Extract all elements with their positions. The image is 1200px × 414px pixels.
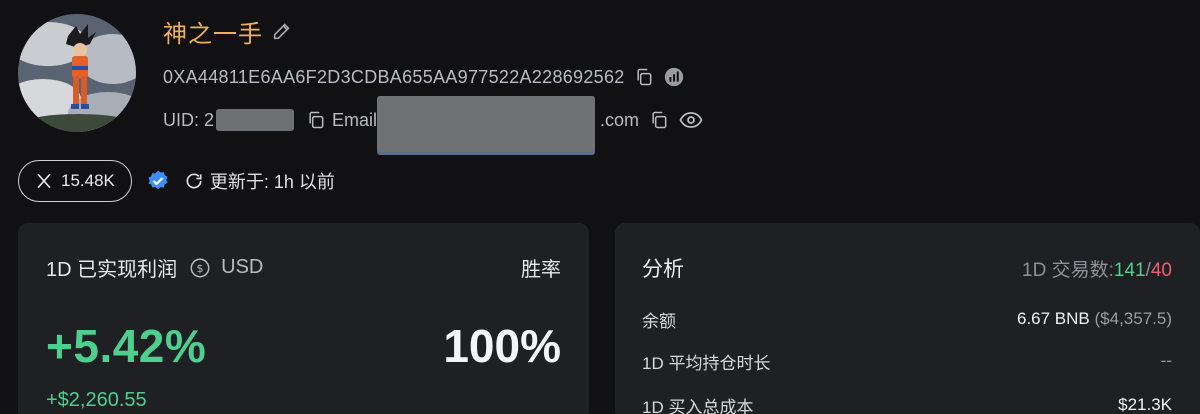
uid-label: UID: 2 (163, 109, 215, 130)
x-followers-count: 15.48K (61, 171, 115, 190)
x-followers-button[interactable]: 15.48K (18, 160, 132, 202)
winrate-label: 胜率 (521, 259, 561, 281)
avg-hold-value: -- (1160, 351, 1172, 370)
balance-value: 6.67 BNB (1017, 309, 1090, 328)
winrate-value: 100% (443, 320, 561, 372)
buy-cost-label: 1D 买入总成本 (642, 397, 754, 414)
svg-text:$: $ (197, 262, 204, 275)
pnl-percent: +5.42% (46, 320, 207, 372)
email-label: Email: (332, 109, 383, 130)
chart-icon[interactable] (663, 66, 685, 88)
avg-hold-row: 1D 平均持仓时长 -- (642, 348, 1172, 374)
sell-count: 40 (1150, 260, 1172, 281)
refresh-icon[interactable] (184, 171, 204, 191)
balance-label: 余额 (642, 311, 676, 331)
wallet-address: 0XA44811E6AA6F2D3CDBA655AA977522A2286925… (163, 66, 625, 87)
balance-value-wrap: 6.67 BNB ($4,357.5) (1017, 309, 1172, 329)
profile-name: 神之一手 (163, 20, 263, 48)
pnl-card-header: 1D 已实现利润 $ USD (46, 253, 263, 282)
redacted-email (377, 96, 595, 152)
balance-usd: ($4,357.5) (1094, 309, 1173, 328)
updated-status: 更新于: 1h 以前 (184, 168, 335, 194)
copy-icon[interactable] (306, 110, 326, 130)
copy-icon[interactable] (634, 67, 654, 87)
buy-cost-row: 1D 买入总成本 $21.3K (642, 392, 1172, 414)
analysis-card: 分析 1D 交易数:141/40 余额 6.67 BNB ($4,357.5) … (615, 223, 1200, 414)
trade-count: 1D 交易数:141/40 (1022, 255, 1172, 282)
trades-label: 1D 交易数: (1022, 260, 1114, 281)
avg-hold-label: 1D 平均持仓时长 (642, 353, 771, 373)
eye-icon[interactable] (679, 110, 703, 130)
pnl-title: 1D 已实现利润 (46, 259, 178, 281)
copy-icon[interactable] (649, 110, 669, 130)
social-row: 15.48K 更新于: 1h 以前 (18, 160, 335, 202)
wallet-address-row: 0XA44811E6AA6F2D3CDBA655AA977522A2286925… (163, 64, 685, 90)
currency-switch-icon[interactable]: $ (189, 257, 211, 279)
updated-label: 更新于: 1h 以前 (209, 172, 335, 192)
analysis-title: 分析 (642, 258, 684, 281)
balance-row: 余额 6.67 BNB ($4,357.5) (642, 306, 1172, 332)
email-suffix: .com (600, 109, 640, 130)
pnl-usd: +$2,260.55 (46, 389, 147, 411)
currency-label[interactable]: USD (221, 256, 263, 279)
verified-badge-icon (146, 169, 170, 193)
redacted-uid (216, 109, 295, 131)
x-logo-icon (35, 172, 53, 190)
edit-icon[interactable] (271, 20, 293, 42)
avatar (18, 14, 136, 132)
buy-count: 141 (1113, 260, 1146, 281)
profile-name-row: 神之一手 (163, 14, 293, 48)
buy-cost-value: $21.3K (1118, 395, 1172, 414)
pnl-card: 1D 已实现利润 $ USD 胜率 +5.42% 100% +$2,260.55 (18, 223, 589, 414)
